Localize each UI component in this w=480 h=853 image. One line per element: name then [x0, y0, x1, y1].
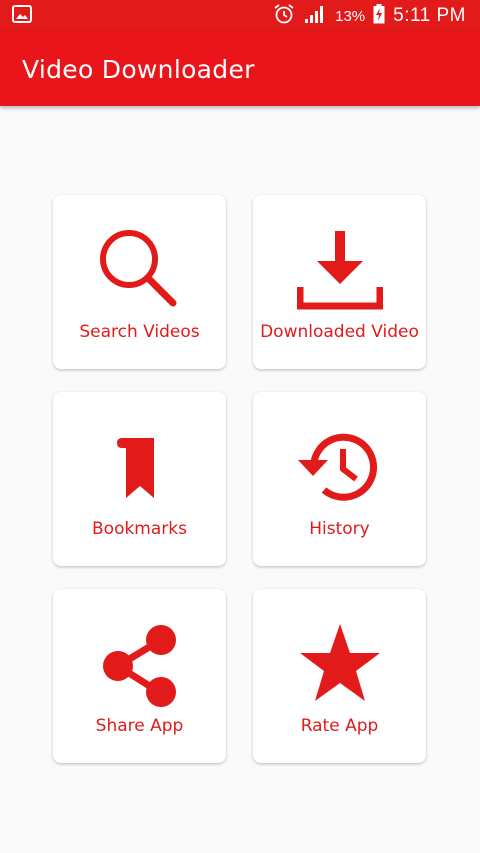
- search-videos-card[interactable]: Search Videos: [53, 195, 226, 369]
- history-icon: [297, 424, 383, 510]
- clock: 5:11 PM: [393, 5, 466, 26]
- signal-icon: [303, 4, 327, 28]
- downloaded-video-card[interactable]: Downloaded Video: [253, 195, 426, 369]
- app-title: Video Downloader: [22, 54, 255, 84]
- battery-percent: 13%: [335, 7, 366, 25]
- downloaded-video-label: Downloaded Video: [260, 322, 419, 342]
- gallery-notification-icon: [12, 4, 32, 28]
- bookmarks-card[interactable]: Bookmarks: [53, 392, 226, 566]
- search-icon: [97, 227, 183, 313]
- battery-charging-icon: [373, 4, 385, 28]
- menu-grid: Search Videos Downloaded Video Bookmarks: [53, 195, 427, 763]
- download-icon: [296, 227, 383, 313]
- rate-app-card[interactable]: Rate App: [253, 589, 426, 763]
- share-icon: [97, 621, 183, 707]
- history-card[interactable]: History: [253, 392, 426, 566]
- app-bar: Video Downloader: [0, 32, 480, 106]
- bookmark-icon: [97, 424, 183, 510]
- star-icon: [297, 621, 383, 707]
- bookmarks-label: Bookmarks: [92, 519, 187, 539]
- rate-app-label: Rate App: [300, 716, 379, 736]
- search-videos-label: Search Videos: [79, 322, 200, 342]
- share-app-label: Share App: [95, 716, 184, 736]
- alarm-icon: [273, 3, 295, 29]
- share-app-card[interactable]: Share App: [53, 589, 226, 763]
- status-bar: 13% 5:11 PM: [0, 0, 480, 32]
- history-label: History: [309, 519, 370, 539]
